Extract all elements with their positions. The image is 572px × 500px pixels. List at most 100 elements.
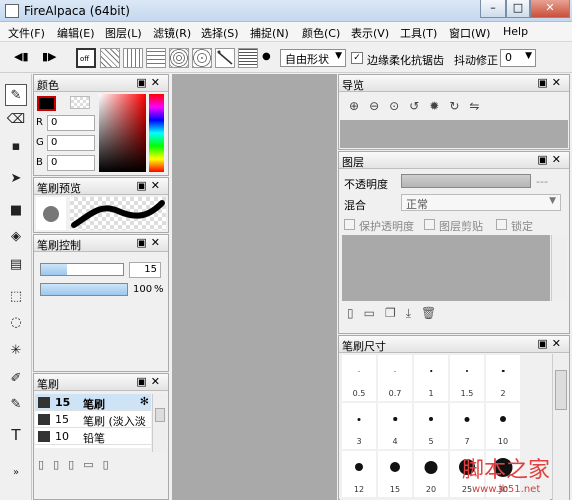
fill-rect-tool-icon[interactable]: ■ (5, 200, 27, 222)
brush-item[interactable]: 15 笔刷 (淡入淡 (35, 411, 151, 428)
brush-size-cell[interactable]: 0.5 (342, 355, 376, 401)
folder-icon[interactable]: ▭ (83, 458, 102, 471)
brush-size-cell[interactable]: 2 (486, 355, 520, 401)
blend-mode-select[interactable]: 正常 ▼ (401, 194, 561, 211)
brush-size-slider[interactable] (40, 263, 124, 276)
menu-snap[interactable]: 捕捉(N) (250, 25, 289, 41)
brush-size-cell[interactable]: 7 (450, 403, 484, 449)
zoom-in-icon[interactable]: ⊕ (349, 99, 369, 113)
import-brush-icon[interactable]: ▯ (68, 458, 83, 471)
brush-size-cell[interactable]: 10 (486, 403, 520, 449)
r-field[interactable]: 0 (47, 115, 95, 131)
layer-list[interactable] (342, 235, 550, 301)
new-layer-icon[interactable]: ▯ (347, 306, 364, 320)
snap-parallel-icon[interactable] (100, 48, 120, 68)
brush-size-cell[interactable]: 15 (378, 451, 412, 497)
move-tool-icon[interactable]: ➤ (5, 168, 27, 190)
lock-checkbox[interactable] (496, 219, 507, 230)
hue-slider[interactable] (149, 94, 164, 172)
new-folder-icon[interactable]: ▭ (364, 306, 385, 320)
brush-size-field[interactable]: 15 (129, 262, 161, 278)
bucket-tool-icon[interactable]: ◈ (5, 226, 27, 248)
rotate-right-icon[interactable]: ↻ (449, 99, 469, 113)
lasso-tool-icon[interactable]: ◌ (5, 312, 27, 334)
stabilizer-select[interactable]: 0 ▼ (500, 49, 536, 67)
clipping-checkbox[interactable] (424, 219, 435, 230)
selection-shape-select[interactable]: 自由形状 ▼ (280, 49, 346, 67)
menu-window[interactable]: 窗口(W) (449, 25, 490, 41)
layer-list-scrollbar[interactable] (551, 235, 567, 301)
antialias-checkbox[interactable]: ✓ (351, 52, 363, 64)
snap-curve-icon[interactable] (215, 48, 235, 68)
brush-item[interactable]: 10 铅笔 (35, 428, 151, 445)
gradient-tool-icon[interactable]: ▤ (5, 254, 27, 276)
brush-list-scrollbar[interactable] (152, 394, 167, 452)
brush-size-cell[interactable]: 1.5 (450, 355, 484, 401)
panel-controls-icon[interactable]: ▣✕ (136, 375, 164, 388)
text-tool-icon[interactable]: T (5, 424, 27, 446)
navigator-preview[interactable] (340, 120, 568, 148)
menu-help[interactable]: Help (503, 25, 528, 38)
scroll-thumb[interactable] (555, 370, 567, 410)
b-field[interactable]: 0 (47, 155, 95, 171)
maximize-button[interactable]: □ (506, 0, 530, 18)
select-eraser-tool-icon[interactable]: ✎ (5, 394, 27, 416)
dot-tool-icon[interactable]: ▪ (5, 136, 27, 158)
brush-size-cell[interactable]: 4 (378, 403, 412, 449)
snap-3d-icon[interactable] (238, 48, 258, 68)
brush-size-scrollbar[interactable] (552, 354, 569, 500)
snap-circle-icon[interactable] (192, 48, 212, 68)
magic-wand-tool-icon[interactable]: ✳ (5, 340, 27, 362)
menu-layer[interactable]: 图层(L) (105, 25, 142, 41)
brush-size-cell[interactable]: 0.7 (378, 355, 412, 401)
flip-icon[interactable]: ⇋ (469, 99, 489, 113)
menu-edit[interactable]: 编辑(E) (57, 25, 95, 41)
foreground-color-swatch[interactable] (37, 96, 56, 111)
eraser-tool-icon[interactable]: ⌫ (5, 109, 27, 131)
protect-alpha-checkbox[interactable] (344, 219, 355, 230)
menu-color[interactable]: 颜色(C) (302, 25, 340, 41)
zoom-fit-icon[interactable]: ⊙ (389, 99, 409, 113)
panel-controls-icon[interactable]: ▣✕ (136, 179, 164, 192)
brush-size-cell[interactable]: 20 (414, 451, 448, 497)
rotate-right-icon[interactable]: ▮▶ (42, 50, 57, 63)
merge-down-icon[interactable]: ⤓ (406, 306, 421, 320)
panel-controls-icon[interactable]: ▣✕ (537, 337, 565, 350)
brush-size-cell[interactable]: 5 (414, 403, 448, 449)
gear-icon[interactable]: ✻ (140, 395, 149, 408)
panel-controls-icon[interactable]: ▣✕ (136, 236, 164, 249)
g-field[interactable]: 0 (47, 135, 95, 151)
snap-off-button[interactable]: off (76, 48, 96, 68)
panel-controls-icon[interactable]: ▣✕ (537, 76, 565, 89)
panel-controls-icon[interactable]: ▣✕ (136, 76, 164, 89)
snap-crisscross-icon[interactable] (123, 48, 143, 68)
duplicate-brush-icon[interactable]: ▯ (53, 458, 68, 471)
minimize-button[interactable]: – (480, 0, 506, 18)
saturation-value-picker[interactable] (99, 94, 146, 172)
menu-select[interactable]: 选择(S) (201, 25, 239, 41)
rotate-left-icon[interactable]: ◀▮ (14, 50, 29, 63)
close-button[interactable]: ✕ (530, 0, 570, 18)
brush-item-selected[interactable]: 15 笔刷 ✻ (35, 394, 151, 411)
select-tool-icon[interactable]: ⬚ (5, 286, 27, 308)
select-pen-tool-icon[interactable]: ✐ (5, 368, 27, 390)
add-brush-icon[interactable]: ▯ (38, 458, 53, 471)
zoom-out-icon[interactable]: ⊖ (369, 99, 389, 113)
background-color-swatch[interactable] (70, 96, 90, 109)
rotate-left-icon[interactable]: ↺ (409, 99, 429, 113)
panel-controls-icon[interactable]: ▣✕ (537, 153, 565, 166)
pen-tool-icon[interactable]: ✎ (5, 84, 27, 106)
duplicate-layer-icon[interactable]: ❐ (385, 306, 406, 320)
canvas-area[interactable] (172, 74, 337, 500)
reset-rotation-icon[interactable]: ✹ (429, 99, 449, 113)
expand-tools-icon[interactable]: » (5, 462, 27, 484)
snap-radial-icon[interactable] (169, 48, 189, 68)
brush-opacity-slider[interactable] (40, 283, 128, 296)
move-brush-icon[interactable]: ▯ (103, 458, 118, 471)
menu-tool[interactable]: 工具(T) (400, 25, 437, 41)
scroll-thumb[interactable] (155, 408, 165, 422)
brush-size-cell[interactable]: 1 (414, 355, 448, 401)
menu-view[interactable]: 表示(V) (351, 25, 389, 41)
brush-size-cell[interactable]: 12 (342, 451, 376, 497)
brush-size-cell[interactable]: 3 (342, 403, 376, 449)
